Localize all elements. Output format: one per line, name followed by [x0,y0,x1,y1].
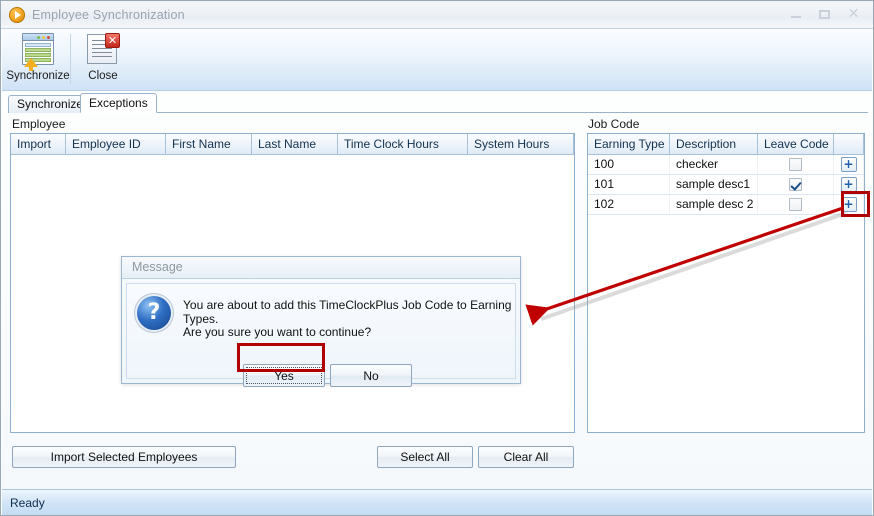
column-header-description[interactable]: Description [670,134,758,154]
column-header-leave-code[interactable]: Leave Code [758,134,834,154]
dialog-message-line-2: Are you sure you want to continue? [183,325,372,339]
jobcode-grid[interactable]: Earning Type Description Leave Code 100 … [587,133,865,433]
cell-leave-code[interactable] [758,175,834,194]
employee-group-label: Employee [12,117,66,131]
jobcode-add-button[interactable]: + [840,157,857,172]
toolbar-label-synchronize: Synchronize [6,70,70,82]
jobcode-group-label: Job Code [588,117,640,131]
question-icon: ? [137,296,171,330]
column-header-time-clock-hours[interactable]: Time Clock Hours [338,134,468,154]
minimize-icon[interactable] [782,4,809,24]
toolbar-label-close: Close [88,70,118,82]
synchronize-icon [20,33,56,71]
close-icon[interactable]: ✕ [840,4,867,24]
leave-code-checkbox[interactable] [789,198,802,211]
column-header-import[interactable]: Import [11,134,66,154]
table-row[interactable]: 100 checker + [588,155,864,175]
jobcode-grid-header: Earning Type Description Leave Code [588,134,864,155]
jobcode-add-button[interactable]: + [840,177,857,192]
maximize-icon[interactable] [811,4,838,24]
column-header-earning-type[interactable]: Earning Type [588,134,670,154]
column-header-employee-id[interactable]: Employee ID [66,134,166,154]
employee-synchronization-window: Employee Synchronization ✕ Synchronize ✕… [0,0,874,516]
leave-code-checkbox[interactable] [789,178,802,191]
statusbar: Ready [2,489,872,515]
column-header-system-hours[interactable]: System Hours [468,134,574,154]
cell-description: checker [670,155,758,174]
cell-actions[interactable]: + [834,155,864,174]
close-document-icon: ✕ [85,33,121,67]
column-header-first-name[interactable]: First Name [166,134,252,154]
cell-leave-code[interactable] [758,155,834,174]
highlight-jobcode-add-button [841,191,870,217]
import-selected-employees-button[interactable]: Import Selected Employees [12,446,236,468]
table-row[interactable]: 102 sample desc 2 + [588,195,864,215]
dialog-message-line-1: You are about to add this TimeClockPlus … [183,298,512,326]
cell-earning-type: 101 [588,175,670,194]
cell-leave-code[interactable] [758,195,834,214]
play-circle-icon [9,6,25,23]
highlight-dialog-yes-button [237,343,325,372]
status-text: Ready [10,495,45,510]
titlebar: Employee Synchronization ✕ [1,1,873,29]
window-title: Employee Synchronization [32,7,185,22]
dialog-title: Message [122,257,520,279]
table-row[interactable]: 101 sample desc1 + [588,175,864,195]
toolbar: Synchronize ✕ Close [2,29,872,91]
column-header-last-name[interactable]: Last Name [252,134,338,154]
column-header-actions[interactable] [834,134,864,154]
clear-all-button[interactable]: Clear All [478,446,574,468]
cell-earning-type: 102 [588,195,670,214]
select-all-button[interactable]: Select All [377,446,473,468]
tabstrip: Synchronize Exceptions [8,93,868,114]
toolbar-button-close[interactable]: ✕ Close [71,33,135,82]
dialog-no-button[interactable]: No [330,364,412,387]
toolbar-button-synchronize[interactable]: Synchronize [6,33,70,82]
leave-code-checkbox[interactable] [789,158,802,171]
cell-earning-type: 100 [588,155,670,174]
tab-exceptions[interactable]: Exceptions [80,93,157,113]
jobcode-grid-body: 100 checker + 101 sample desc1 + 102 sam… [588,155,864,215]
employee-grid-header: Import Employee ID First Name Last Name … [11,134,574,155]
cell-description: sample desc 2 [670,195,758,214]
window-controls: ✕ [782,4,867,24]
cell-description: sample desc1 [670,175,758,194]
